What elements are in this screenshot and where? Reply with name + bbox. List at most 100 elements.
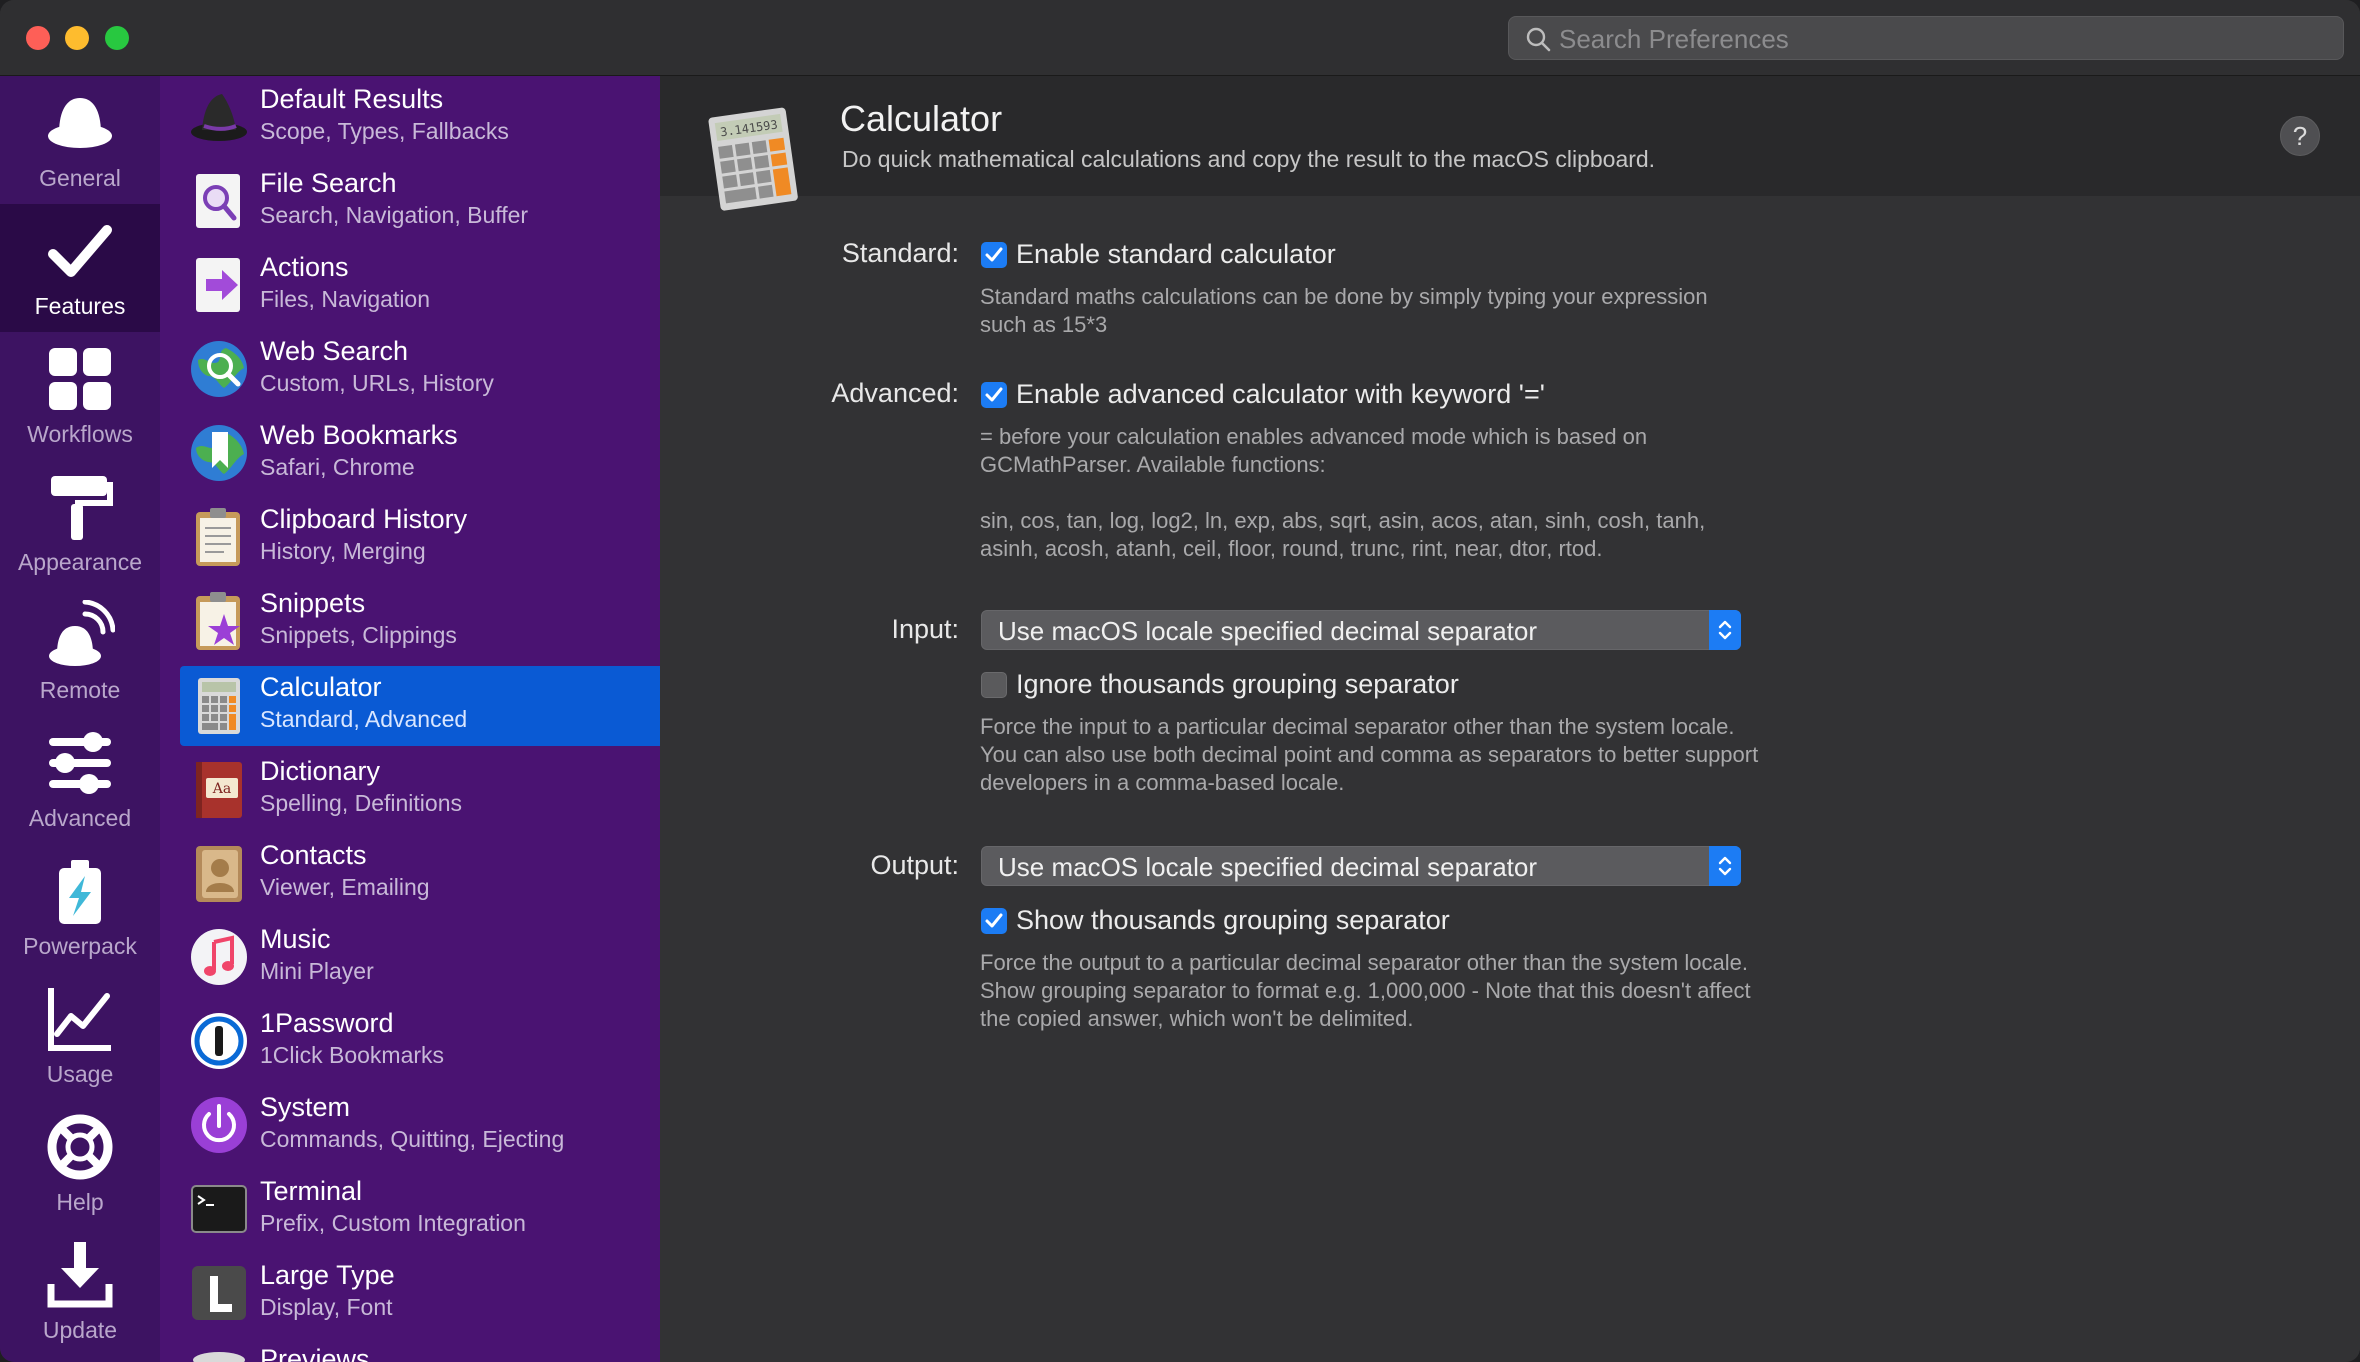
enable-standard-label: Enable standard calculator	[1016, 239, 1336, 269]
music-note-icon	[191, 929, 247, 985]
rail-label: Usage	[46, 1061, 114, 1087]
search-input[interactable]	[1557, 17, 2331, 61]
checkmark-icon	[985, 913, 1003, 928]
hat-icon	[48, 98, 112, 148]
rail-label: General	[39, 165, 121, 191]
rail-item-remote[interactable]: Remote	[0, 588, 160, 716]
file-search-icon	[196, 174, 240, 228]
terminal-icon	[191, 1185, 247, 1233]
input-separator-select[interactable]: Use macOS locale specified decimal separ…	[981, 610, 1741, 650]
sliders-icon	[49, 732, 111, 794]
enable-advanced-label: Enable advanced calculator with keyword …	[1016, 379, 1545, 409]
clipboard-icon	[196, 508, 240, 566]
input-label: Input:	[891, 614, 959, 644]
powerpack-icon	[59, 860, 101, 924]
globe-search-icon	[191, 341, 247, 397]
feature-item-snippets[interactable]: Snippets Snippets, Clippings	[180, 582, 660, 662]
dictionary-icon: Aa	[196, 762, 242, 818]
feature-list: Default Results Scope, Types, Fallbacks …	[160, 76, 660, 1362]
feature-item-contacts[interactable]: Contacts Viewer, Emailing	[180, 834, 660, 914]
output-label: Output:	[870, 850, 959, 880]
minimize-window-button[interactable]	[65, 26, 89, 50]
panel-title: Calculator	[840, 98, 1003, 139]
remote-icon	[49, 600, 115, 666]
search-icon	[1526, 27, 1551, 52]
rail-item-help[interactable]: Help	[0, 1100, 160, 1228]
rail-item-workflows[interactable]: Workflows	[0, 332, 160, 460]
chevron-updown-icon	[1718, 620, 1732, 640]
actions-icon	[196, 258, 240, 312]
feature-item-music[interactable]: Music Mini Player	[180, 918, 660, 998]
chevron-updown-icon	[1718, 856, 1732, 876]
preferences-window: General Features Workflows Ap	[0, 0, 2360, 1362]
panel-description: Do quick mathematical calculations and c…	[842, 146, 1656, 172]
rail-item-features[interactable]: Features	[0, 204, 160, 332]
feature-item-large-type[interactable]: Large Type Display, Font	[180, 1254, 660, 1334]
checkmark-icon	[985, 247, 1003, 262]
ignore-thousands-label: Ignore thousands grouping separator	[1016, 669, 1459, 699]
1password-icon	[191, 1013, 247, 1069]
select-stepper[interactable]	[1709, 610, 1741, 650]
previews-icon	[193, 1352, 245, 1362]
power-icon	[191, 1097, 247, 1153]
download-icon	[47, 1242, 113, 1308]
close-window-button[interactable]	[26, 26, 50, 50]
ignore-thousands-checkbox[interactable]	[981, 672, 1007, 698]
enable-standard-checkbox[interactable]	[981, 242, 1007, 268]
globe-bookmark-icon	[191, 425, 247, 481]
checkmark-icon	[985, 387, 1003, 402]
chart-icon	[48, 988, 111, 1051]
feature-item-dictionary[interactable]: Aa Dictionary Spelling, Definitions	[180, 750, 660, 830]
rail-item-appearance[interactable]: Appearance	[0, 460, 160, 588]
output-separator-select[interactable]: Use macOS locale specified decimal separ…	[981, 846, 1741, 886]
feature-item-terminal[interactable]: Terminal Prefix, Custom Integration	[180, 1170, 660, 1250]
svg-text:Aa: Aa	[212, 781, 231, 797]
title-bar	[0, 0, 2360, 76]
select-stepper[interactable]	[1709, 846, 1741, 886]
input-description: Force the input to a particular decimal …	[980, 714, 1759, 795]
panel-header: 3.141593 Calculator Do quick mathematica…	[660, 76, 2360, 211]
feature-item-default-results[interactable]: Default Results Scope, Types, Fallbacks	[180, 78, 660, 158]
feature-item-previews[interactable]: Previews	[180, 1338, 660, 1362]
standard-label: Standard:	[841, 238, 959, 268]
rail-label: Advanced	[28, 805, 132, 831]
rail-item-update[interactable]: Update	[0, 1228, 160, 1356]
paint-roller-icon	[51, 476, 113, 540]
wizard-hat-icon	[191, 94, 247, 141]
rail-label: Appearance	[17, 549, 143, 575]
feature-item-web-search[interactable]: Web Search Custom, URLs, History	[180, 330, 660, 410]
calculator-settings-panel: 3.141593 Calculator Do quick mathematica…	[660, 76, 2360, 1362]
zoom-window-button[interactable]	[105, 26, 129, 50]
enable-advanced-checkbox[interactable]	[981, 382, 1007, 408]
rail-item-general[interactable]: General	[0, 76, 160, 204]
search-field[interactable]	[1508, 16, 2344, 61]
rail-label: Remote	[39, 677, 121, 703]
calculator-icon	[198, 678, 240, 734]
grid-icon	[49, 348, 111, 410]
output-description: Force the output to a particular decimal…	[980, 950, 1751, 1031]
feature-item-actions[interactable]: Actions Files, Navigation	[180, 246, 660, 326]
lifebuoy-icon	[47, 1114, 113, 1180]
rail-item-powerpack[interactable]: Powerpack	[0, 844, 160, 972]
advanced-label: Advanced:	[831, 378, 959, 408]
feature-item-system[interactable]: System Commands, Quitting, Ejecting	[180, 1086, 660, 1166]
calculator-icon: 3.141593	[708, 107, 798, 211]
rail-label: Workflows	[27, 421, 133, 447]
rail-label: Features	[34, 293, 126, 319]
help-button[interactable]: ?	[2280, 116, 2320, 156]
show-thousands-checkbox[interactable]	[981, 908, 1007, 934]
large-type-icon	[192, 1266, 246, 1320]
rail-label: Powerpack	[23, 933, 137, 959]
feature-item-web-bookmarks[interactable]: Web Bookmarks Safari, Chrome	[180, 414, 660, 494]
rail-item-advanced[interactable]: Advanced	[0, 716, 160, 844]
feature-item-file-search[interactable]: File Search Search, Navigation, Buffer	[180, 162, 660, 242]
rail-item-usage[interactable]: Usage	[0, 972, 160, 1100]
category-rail: General Features Workflows Appearance Re…	[0, 76, 160, 1362]
standard-description: Standard maths calculations can be done …	[980, 284, 1708, 337]
feature-item-calculator[interactable]: Calculator Standard, Advanced	[180, 666, 660, 746]
feature-item-1password[interactable]: 1Password 1Click Bookmarks	[180, 1002, 660, 1082]
feature-item-clipboard-history[interactable]: Clipboard History History, Merging	[180, 498, 660, 578]
rail-label: Help	[56, 1189, 104, 1215]
rail-label: Update	[42, 1317, 118, 1343]
checkmark-icon	[48, 225, 112, 277]
